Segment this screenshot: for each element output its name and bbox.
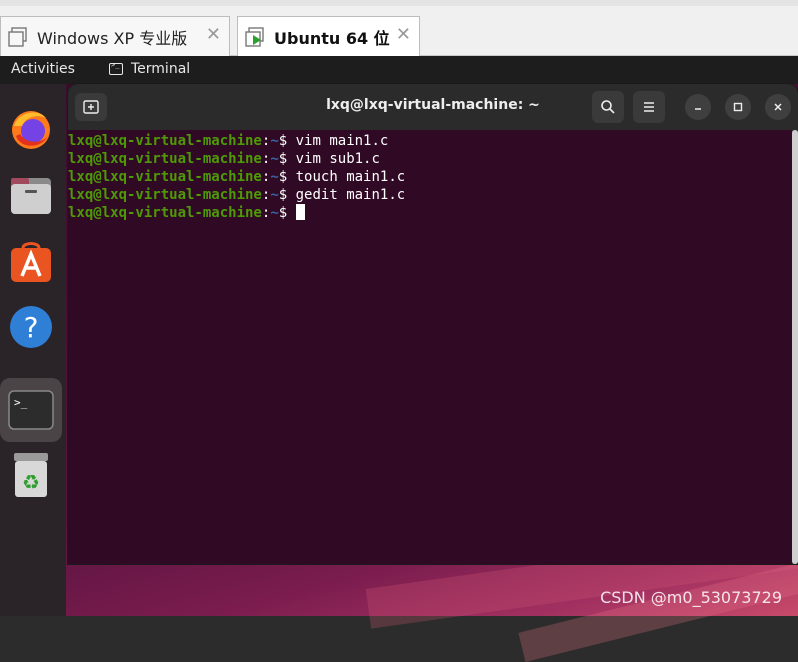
prompt-dollar: $ <box>278 133 288 149</box>
prompt-dollar: $ <box>278 151 288 167</box>
menu-button[interactable] <box>633 91 665 123</box>
dock-firefox[interactable] <box>6 104 56 154</box>
vm-icon <box>7 26 29 48</box>
terminal-line: lxq@lxq-virtual-machine:~$ <box>68 204 792 222</box>
prompt-user-host: lxq@lxq-virtual-machine <box>68 169 262 185</box>
vm-tab-label: Ubuntu 64 位 <box>274 28 390 48</box>
dock-terminal[interactable]: >_ <box>0 378 62 442</box>
close-button[interactable] <box>765 94 791 120</box>
prompt-dollar: $ <box>278 169 288 185</box>
app-center-icon <box>11 242 51 282</box>
terminal-line: lxq@lxq-virtual-machine:~$ gedit main1.c <box>68 186 792 204</box>
terminal-header-bar[interactable]: lxq@lxq-virtual-machine: ~ <box>68 84 798 130</box>
gnome-top-bar: Activities Terminal <box>0 56 798 84</box>
firefox-icon <box>12 111 50 149</box>
prompt-user-host: lxq@lxq-virtual-machine <box>68 205 262 221</box>
close-icon[interactable]: ✕ <box>396 26 411 44</box>
app-menu[interactable]: Terminal <box>109 61 190 77</box>
scrollbar-thumb[interactable] <box>792 130 798 564</box>
text-cursor <box>295 204 305 220</box>
minimize-button[interactable] <box>685 94 711 120</box>
vm-tab-ubuntu[interactable]: Ubuntu 64 位 ✕ <box>237 16 420 56</box>
vm-tab-bar: Windows XP 专业版 ✕ Ubuntu 64 位 ✕ <box>0 0 798 56</box>
close-icon[interactable]: ✕ <box>206 26 221 44</box>
prompt-dollar: $ <box>278 187 288 203</box>
minimize-icon <box>695 108 701 110</box>
prompt-user-host: lxq@lxq-virtual-machine <box>68 151 262 167</box>
terminal-line: lxq@lxq-virtual-machine:~$ vim main1.c <box>68 132 792 150</box>
csdn-watermark: CSDN @m0_53073729 <box>600 588 782 607</box>
dock-app-center[interactable] <box>6 236 56 286</box>
prompt-user-host: lxq@lxq-virtual-machine <box>68 187 262 203</box>
trash-icon: ♻ <box>14 453 48 497</box>
maximize-icon <box>733 102 743 112</box>
svg-text:>_: >_ <box>14 396 28 409</box>
tab-bar-top-strip <box>0 0 798 6</box>
hamburger-menu-icon <box>644 102 654 112</box>
dock-help[interactable]: ? <box>6 302 56 352</box>
terminal-small-icon <box>109 61 123 75</box>
command-text <box>287 205 295 221</box>
files-icon <box>11 178 51 214</box>
terminal-window[interactable]: lxq@lxq-virtual-machine: ~ lxq@lxq-virtu… <box>68 84 798 564</box>
terminal-icon: >_ <box>8 390 54 430</box>
prompt-user-host: lxq@lxq-virtual-machine <box>68 133 262 149</box>
command-text: vim main1.c <box>287 133 389 149</box>
command-text: gedit main1.c <box>287 187 406 203</box>
maximize-button[interactable] <box>725 94 751 120</box>
search-icon <box>601 100 615 114</box>
activities-button[interactable]: Activities <box>11 61 75 77</box>
terminal-scrollbar[interactable] <box>792 130 798 564</box>
terminal-output[interactable]: lxq@lxq-virtual-machine:~$ vim main1.c l… <box>68 130 792 564</box>
vm-tab-windows-xp[interactable]: Windows XP 专业版 ✕ <box>0 16 230 56</box>
prompt-path: ~ <box>270 133 279 149</box>
terminal-line: lxq@lxq-virtual-machine:~$ touch main1.c <box>68 168 792 186</box>
vm-tab-label: Windows XP 专业版 <box>37 28 188 48</box>
svg-text:?: ? <box>24 311 39 344</box>
prompt-dollar: $ <box>278 205 288 221</box>
dock-files[interactable] <box>6 170 56 220</box>
vm-running-icon <box>244 26 266 48</box>
help-icon: ? <box>10 306 52 348</box>
app-menu-label: Terminal <box>131 61 191 77</box>
ubuntu-dock: ? >_ ♻ <box>0 84 66 616</box>
close-icon <box>774 103 782 111</box>
prompt-path: ~ <box>270 151 279 167</box>
search-button[interactable] <box>592 91 624 123</box>
dock-trash[interactable]: ♻ <box>6 450 56 500</box>
prompt-path: ~ <box>270 205 279 221</box>
prompt-path: ~ <box>270 169 279 185</box>
command-text: vim sub1.c <box>287 151 380 167</box>
svg-text:♻: ♻ <box>22 470 40 494</box>
terminal-line: lxq@lxq-virtual-machine:~$ vim sub1.c <box>68 150 792 168</box>
command-text: touch main1.c <box>287 169 406 185</box>
prompt-path: ~ <box>270 187 279 203</box>
